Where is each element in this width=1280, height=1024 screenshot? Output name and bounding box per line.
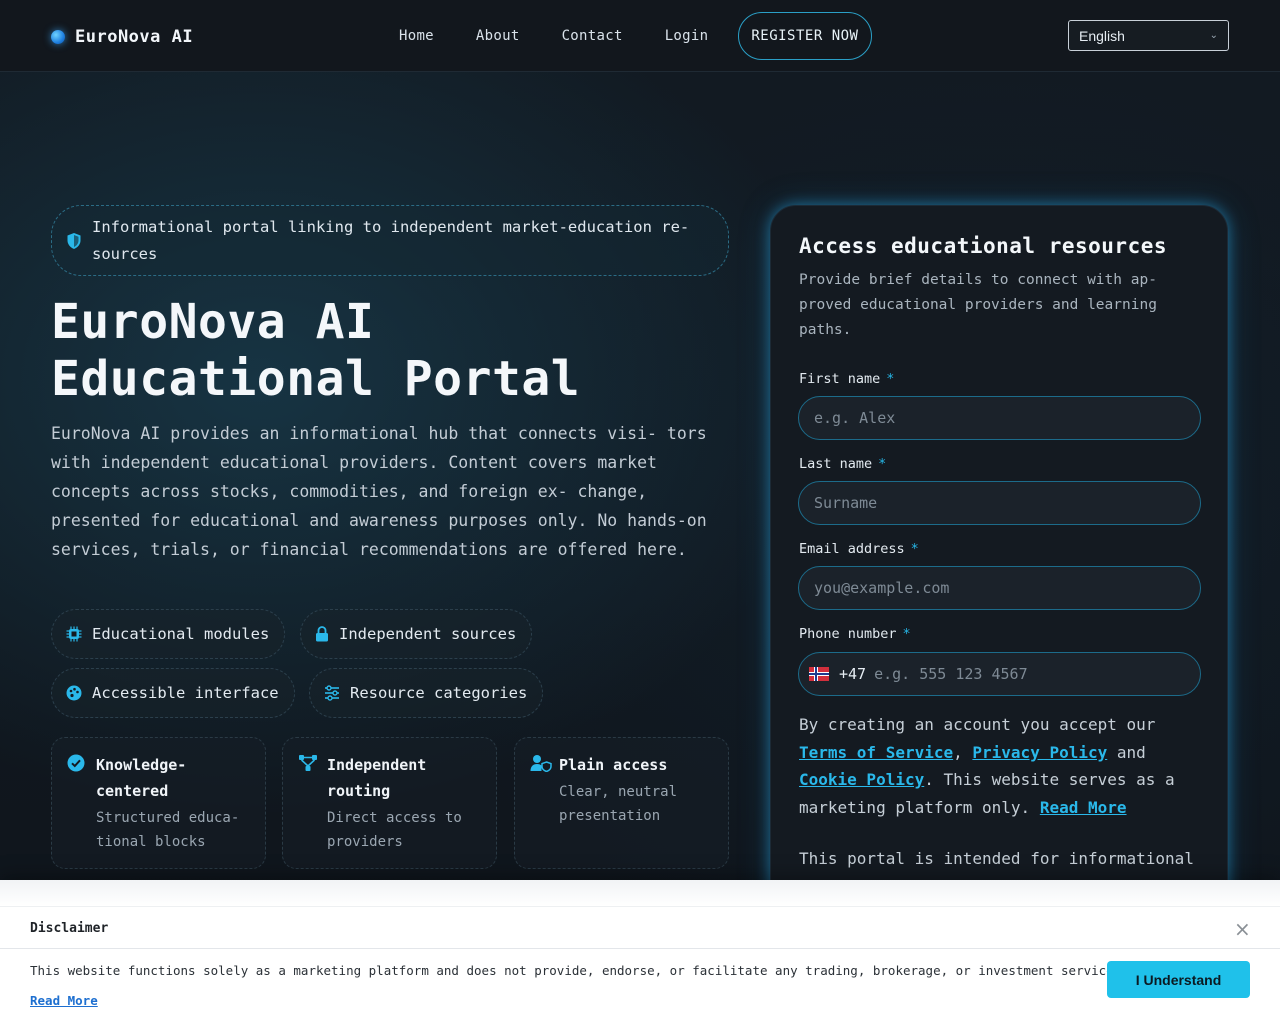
phone-input[interactable]: +47 e.g. 555 123 4567 <box>798 652 1201 696</box>
card-subtitle: Direct access to providers <box>327 810 462 850</box>
banner-title: Disclaimer <box>30 921 109 936</box>
user-shield-icon <box>530 755 552 772</box>
card-title: Knowledge- centered <box>96 756 187 800</box>
card-title: Independent routing <box>327 756 427 800</box>
sliders-icon <box>325 685 339 701</box>
pill-label: Accessible interface <box>92 684 279 702</box>
read-more-link[interactable]: Read More <box>1040 798 1127 817</box>
banner-shadow-overlap <box>0 880 1280 906</box>
last-name-input[interactable]: Surname <box>798 481 1201 525</box>
hero-description: EuroNova AI provides an informational hu… <box>51 424 707 559</box>
phone-label: Phone number * <box>799 626 911 642</box>
norway-flag-icon[interactable] <box>809 667 829 681</box>
card-subtitle: Clear, neutral presentation <box>559 784 678 824</box>
feature-card-knowledge: Knowledge- centered Structured educa- ti… <box>51 737 266 869</box>
pill-accessible-interface: Accessible interface <box>51 668 295 718</box>
pill-educational-modules: Educational modules <box>51 609 286 659</box>
email-input[interactable]: you@example.com <box>798 566 1201 610</box>
disclaimer-banner: Disclaimer × This website functions sole… <box>0 880 1280 1024</box>
banner-text: This website functions solely as a marke… <box>30 963 1129 978</box>
first-name-input[interactable]: e.g. Alex <box>798 396 1201 440</box>
nav-contact-link[interactable]: Contact <box>541 28 644 44</box>
first-name-label: First name * <box>799 371 895 387</box>
first-name-placeholder: e.g. Alex <box>814 409 896 427</box>
signup-form-card: Access educational resources Provide bri… <box>770 205 1228 925</box>
pill-label: Resource categories <box>350 684 528 702</box>
language-value: English <box>1079 27 1125 44</box>
title-line-2: Educational Portal <box>51 351 581 407</box>
nav-home-link[interactable]: Home <box>378 28 455 44</box>
phone-dial-code: +47 <box>839 665 867 683</box>
brand-name: EuroNova AI <box>75 27 194 47</box>
phone-placeholder: e.g. 555 123 4567 <box>874 665 1028 683</box>
main-nav: Home About Contact Login REGISTER NOW <box>378 12 872 60</box>
notice-text: Informational portal linking to independ… <box>92 217 690 263</box>
nav-about-link[interactable]: About <box>455 28 541 44</box>
email-placeholder: you@example.com <box>814 579 950 597</box>
cookie-policy-link[interactable]: Cookie Policy <box>799 770 924 789</box>
info-notice: Informational portal linking to independ… <box>51 205 729 276</box>
register-button[interactable]: REGISTER NOW <box>738 12 872 60</box>
shield-icon <box>67 232 81 249</box>
intended-text: This portal is intended for informationa… <box>799 849 1194 868</box>
lock-icon <box>316 626 328 642</box>
terms-text: By creating an account you accept our Te… <box>799 715 1175 817</box>
brand[interactable]: EuroNova AI <box>51 27 193 47</box>
pill-label: Educational modules <box>92 625 270 643</box>
form-title: Access educational resources <box>799 234 1168 258</box>
language-select[interactable]: English ⌄ <box>1068 20 1229 51</box>
check-circle-icon <box>67 754 85 772</box>
network-icon <box>299 755 317 771</box>
form-subtitle: Provide brief details to connect with ap… <box>799 272 1157 338</box>
last-name-placeholder: Surname <box>814 494 878 512</box>
feature-card-plain-access: Plain access Clear, neutral presentation <box>514 737 729 869</box>
understand-button[interactable]: I Understand <box>1107 961 1250 998</box>
close-icon[interactable]: × <box>1234 917 1251 941</box>
last-name-label: Last name * <box>799 456 887 472</box>
banner-read-more-link[interactable]: Read More <box>30 993 98 1008</box>
nav-login-link[interactable]: Login <box>644 28 730 44</box>
card-title: Plain access <box>559 756 668 774</box>
pill-independent-sources: Independent sources <box>300 609 533 659</box>
privacy-policy-link[interactable]: Privacy Policy <box>972 743 1107 762</box>
chip-icon <box>66 626 82 642</box>
feature-card-routing: Independent routing Direct access to pro… <box>282 737 497 869</box>
logo-icon <box>51 30 65 44</box>
banner-header: Disclaimer × <box>0 906 1280 949</box>
title-line-1: EuroNova AI <box>51 294 375 350</box>
email-label: Email address * <box>799 541 919 557</box>
pill-label: Independent sources <box>339 625 517 643</box>
card-subtitle: Structured educa- tional blocks <box>96 810 240 850</box>
chevron-down-icon: ⌄ <box>1209 30 1218 41</box>
terms-of-service-link[interactable]: Terms of Service <box>799 743 953 762</box>
page-title: EuroNova AI Educational Portal <box>51 294 731 408</box>
site-header: EuroNova AI Home About Contact Login REG… <box>0 0 1280 72</box>
pill-resource-categories: Resource categories <box>309 668 544 718</box>
palette-icon <box>66 685 82 701</box>
